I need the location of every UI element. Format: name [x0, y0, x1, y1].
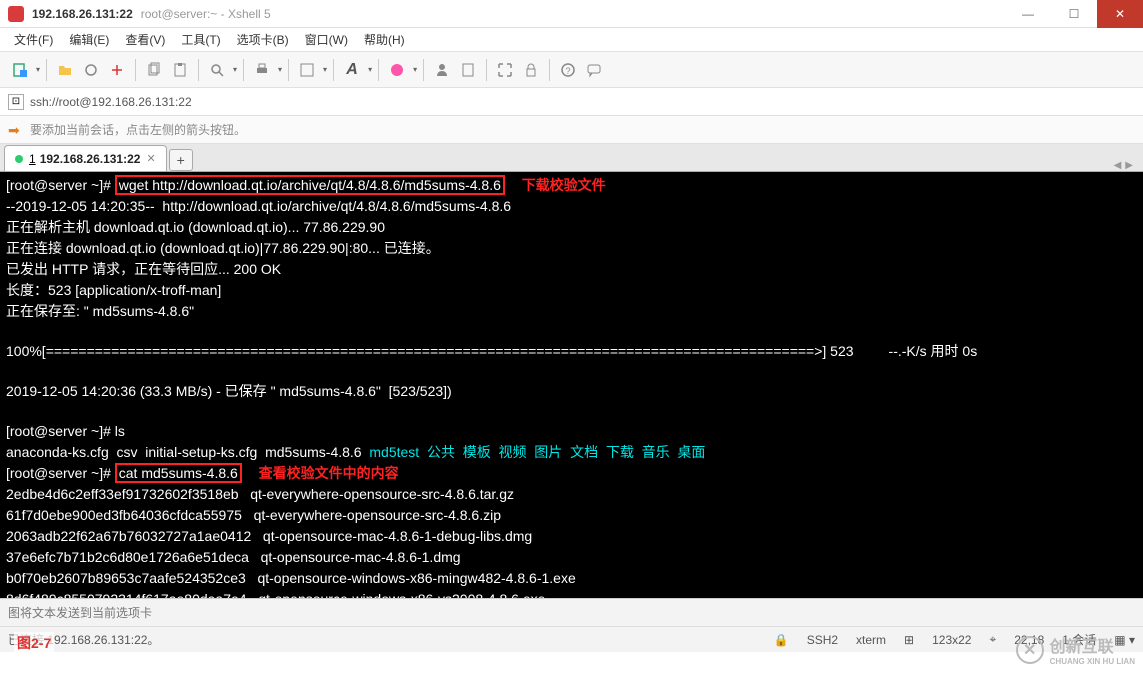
annotation-1: 下载校验文件 [522, 177, 606, 193]
hint-bar: ➡ 要添加当前会话，点击左侧的箭头按钮。 [0, 116, 1143, 144]
status-cursor-icon: ⌖ [989, 632, 996, 647]
figure-label: 图2-7 [14, 632, 54, 654]
tab-label: 192.168.26.131:22 [40, 152, 141, 166]
status-size-icon: ⊞ [904, 633, 914, 647]
session-tab[interactable]: 1 192.168.26.131:22 ✕ [4, 145, 167, 171]
menu-view[interactable]: 查看(V) [119, 29, 171, 50]
menu-window[interactable]: 窗口(W) [299, 29, 354, 50]
tab-nav: ◀ ▶ [1114, 160, 1139, 171]
svg-text:?: ? [566, 66, 571, 76]
window-subtitle: root@server:~ - Xshell 5 [141, 7, 271, 21]
menu-tools[interactable]: 工具(T) [175, 29, 226, 50]
fullscreen-icon[interactable] [494, 59, 516, 81]
lock-icon[interactable] [520, 59, 542, 81]
toolbar: ▾ ▾ ▾ ▾ A▾ ▾ ? [0, 52, 1143, 88]
watermark-icon: ✕ [1016, 636, 1044, 664]
status-lock-icon: 🔒 [774, 633, 789, 647]
chat-icon[interactable] [583, 59, 605, 81]
tab-close-icon[interactable]: ✕ [146, 152, 155, 165]
address-icon[interactable]: ⊡ [8, 94, 24, 110]
highlighted-command-1: wget http://download.qt.io/archive/qt/4.… [115, 175, 505, 195]
minimize-button[interactable]: — [1005, 0, 1051, 28]
highlighted-command-2: cat md5sums-4.8.6 [115, 463, 242, 483]
status-term: xterm [856, 633, 886, 647]
menu-help[interactable]: 帮助(H) [358, 29, 411, 50]
watermark-brand: 创新互联 [1050, 633, 1135, 657]
watermark-sub: CHUANG XIN HU LIAN [1050, 657, 1135, 666]
address-bar: ⊡ ssh://root@192.168.26.131:22 [0, 88, 1143, 116]
menu-bar: 文件(F) 编辑(E) 查看(V) 工具(T) 选项卡(B) 窗口(W) 帮助(… [0, 28, 1143, 52]
tab-next-icon[interactable]: ▶ [1125, 160, 1133, 171]
print-icon[interactable] [251, 59, 273, 81]
paste-icon[interactable] [169, 59, 191, 81]
address-url[interactable]: ssh://root@192.168.26.131:22 [30, 95, 192, 109]
annotation-2: 查看校验文件中的内容 [259, 465, 399, 481]
app-icon [8, 6, 24, 22]
hint-text: 要添加当前会话，点击左侧的箭头按钮。 [30, 121, 246, 138]
title-bar: 192.168.26.131:22 root@server:~ - Xshell… [0, 0, 1143, 28]
help-icon[interactable]: ? [557, 59, 579, 81]
window-controls: — ☐ ✕ [1005, 0, 1143, 28]
script-icon[interactable] [457, 59, 479, 81]
new-session-icon[interactable] [9, 59, 31, 81]
window-title: 192.168.26.131:22 [32, 7, 133, 21]
maximize-button[interactable]: ☐ [1051, 0, 1097, 28]
open-icon[interactable] [54, 59, 76, 81]
hint-arrow-icon[interactable]: ➡ [8, 122, 24, 138]
terminal-output[interactable]: [root@server ~]# wget http://download.qt… [0, 172, 1143, 598]
search-icon[interactable] [206, 59, 228, 81]
tab-add-button[interactable]: + [169, 149, 193, 171]
menu-edit[interactable]: 编辑(E) [63, 29, 115, 50]
status-protocol: SSH2 [807, 633, 838, 647]
color-scheme-icon[interactable] [386, 59, 408, 81]
font-icon[interactable]: A [341, 59, 363, 81]
menu-tab[interactable]: 选项卡(B) [231, 29, 295, 50]
reconnect-icon[interactable] [80, 59, 102, 81]
status-bar: 已连接 192.168.26.131:22。 🔒 SSH2 xterm ⊞ 12… [0, 626, 1143, 652]
footer-hint-bar: 图将文本发送到当前选项卡 [0, 598, 1143, 626]
tab-index: 1 [29, 152, 36, 166]
properties-icon[interactable] [296, 59, 318, 81]
disconnect-icon[interactable] [106, 59, 128, 81]
close-button[interactable]: ✕ [1097, 0, 1143, 28]
status-dot-icon [15, 155, 23, 163]
menu-file[interactable]: 文件(F) [8, 29, 59, 50]
footer-hint-text: 图将文本发送到当前选项卡 [8, 604, 152, 621]
watermark: ✕ 创新互联 CHUANG XIN HU LIAN [1016, 633, 1135, 666]
tab-prev-icon[interactable]: ◀ [1114, 160, 1122, 171]
tab-bar: 1 192.168.26.131:22 ✕ + ◀ ▶ [0, 144, 1143, 172]
copy-icon[interactable] [143, 59, 165, 81]
users-icon[interactable] [431, 59, 453, 81]
status-size: 123x22 [932, 633, 971, 647]
